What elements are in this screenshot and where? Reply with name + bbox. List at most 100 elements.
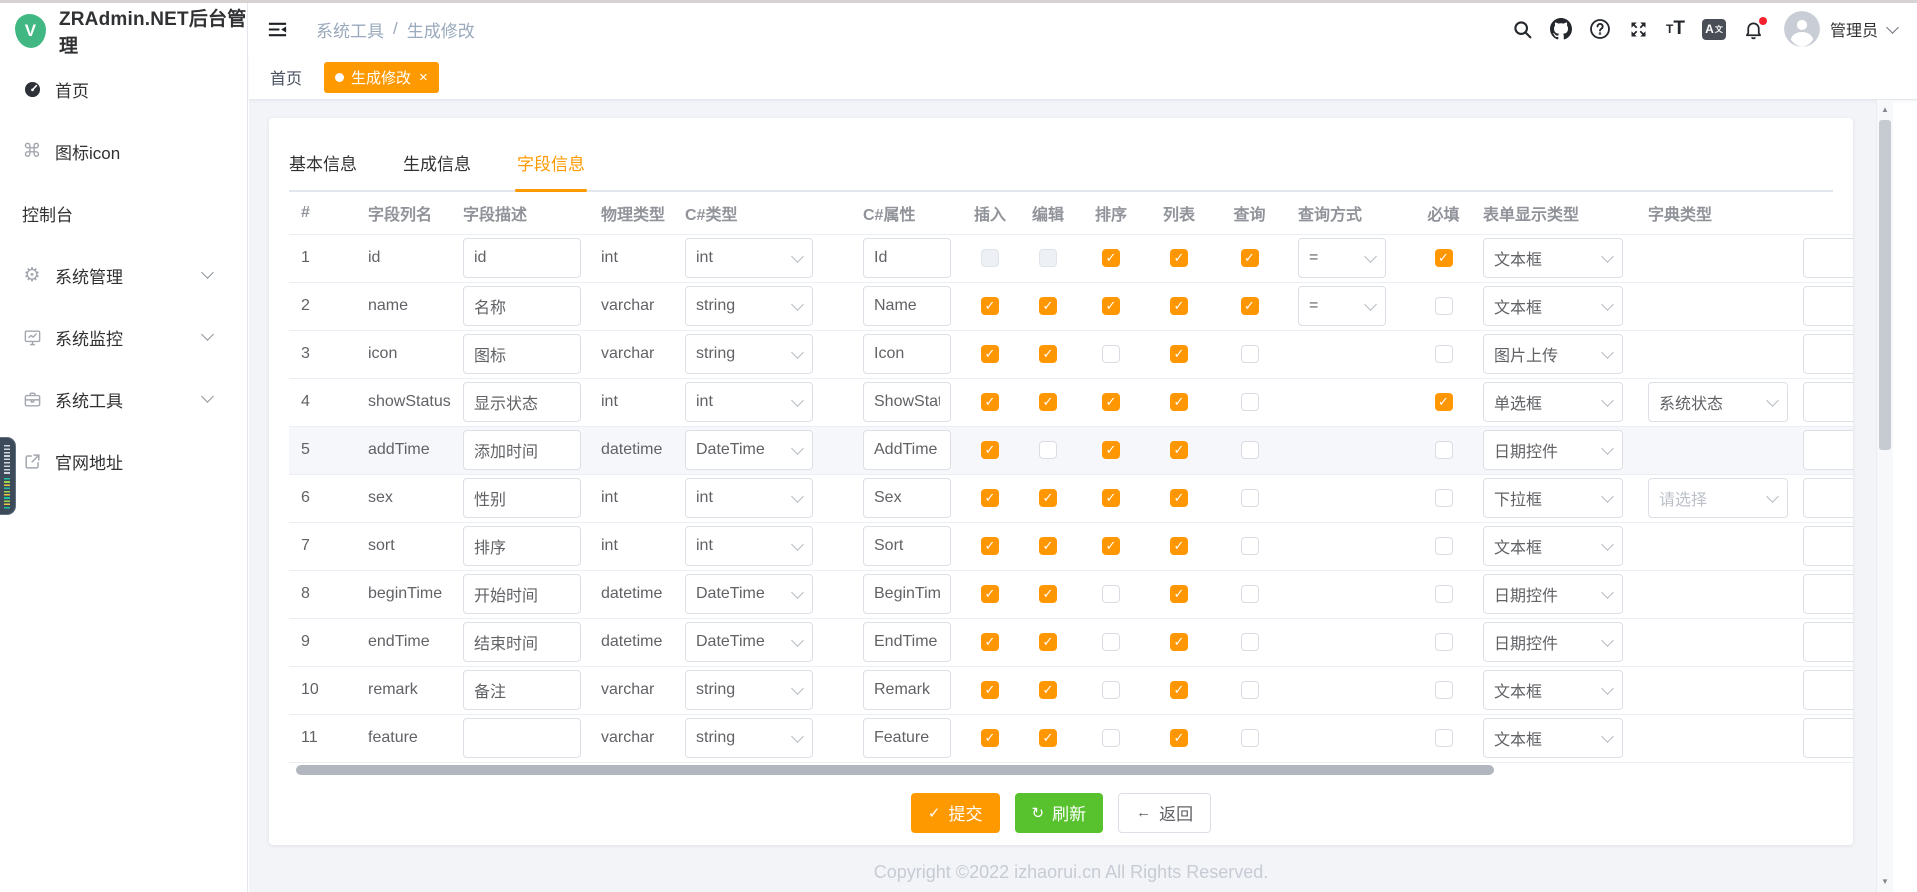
csharp-type-select[interactable]: int	[685, 526, 813, 566]
query-checkbox[interactable]	[1241, 441, 1259, 459]
edit-checkbox[interactable]: ✓	[1039, 489, 1057, 507]
extra-input[interactable]	[1803, 238, 1853, 278]
breadcrumb-item[interactable]: 系统工具	[316, 17, 384, 42]
sidebar-item-system-monitor[interactable]: 系统监控	[0, 306, 247, 368]
query-checkbox[interactable]	[1241, 681, 1259, 699]
insert-checkbox[interactable]: ✓	[981, 537, 999, 555]
csharp-type-select[interactable]: int	[685, 382, 813, 422]
list-checkbox[interactable]: ✓	[1170, 633, 1188, 651]
submit-button[interactable]: ✓提交	[911, 793, 1000, 833]
required-checkbox[interactable]: ✓	[1435, 249, 1453, 267]
sort-checkbox[interactable]	[1102, 585, 1120, 603]
display-type-select[interactable]: 文本框	[1483, 238, 1623, 278]
insert-checkbox[interactable]: ✓	[981, 441, 999, 459]
csharp-type-select[interactable]: DateTime	[685, 430, 813, 470]
display-type-select[interactable]: 日期控件	[1483, 430, 1623, 470]
insert-checkbox[interactable]: ✓	[981, 585, 999, 603]
display-type-select[interactable]: 单选框	[1483, 382, 1623, 422]
edit-checkbox[interactable]: ✓	[1039, 297, 1057, 315]
sort-checkbox[interactable]: ✓	[1102, 249, 1120, 267]
csharp-attr-input[interactable]: Feature	[863, 718, 951, 758]
sort-checkbox[interactable]: ✓	[1102, 441, 1120, 459]
tab-generate-info[interactable]: 生成信息	[403, 150, 471, 190]
field-description-input[interactable]: 结束时间	[463, 622, 581, 662]
csharp-type-select[interactable]: DateTime	[685, 622, 813, 662]
help-icon[interactable]	[1589, 18, 1611, 40]
query-checkbox[interactable]	[1241, 729, 1259, 747]
field-description-input[interactable]: 图标	[463, 334, 581, 374]
insert-checkbox[interactable]: ✓	[981, 489, 999, 507]
list-checkbox[interactable]: ✓	[1170, 441, 1188, 459]
translate-icon[interactable]: A文	[1702, 19, 1726, 40]
edit-checkbox[interactable]: ✓	[1039, 393, 1057, 411]
edit-checkbox[interactable]: ✓	[1039, 633, 1057, 651]
csharp-attr-input[interactable]: EndTime	[863, 622, 951, 662]
extra-input[interactable]	[1803, 574, 1853, 614]
insert-checkbox[interactable]: ✓	[981, 729, 999, 747]
sidebar-item-site-link[interactable]: 官网地址	[0, 430, 247, 492]
scroll-down-arrow[interactable]: ▼	[1877, 874, 1893, 890]
avatar[interactable]	[1784, 11, 1820, 47]
list-checkbox[interactable]: ✓	[1170, 345, 1188, 363]
list-checkbox[interactable]: ✓	[1170, 489, 1188, 507]
csharp-type-select[interactable]: string	[685, 670, 813, 710]
menu-fold-icon[interactable]	[266, 18, 289, 41]
display-type-select[interactable]: 图片上传	[1483, 334, 1623, 374]
sidebar-item-home[interactable]: 首页	[0, 58, 247, 120]
csharp-attr-input[interactable]: ShowStatus	[863, 382, 951, 422]
csharp-type-select[interactable]: DateTime	[685, 574, 813, 614]
required-checkbox[interactable]	[1435, 441, 1453, 459]
vertical-scrollbar-thumb[interactable]	[1879, 120, 1891, 450]
edit-checkbox[interactable]: ✓	[1039, 681, 1057, 699]
required-checkbox[interactable]	[1435, 729, 1453, 747]
extra-input[interactable]	[1803, 430, 1853, 470]
sort-checkbox[interactable]	[1102, 345, 1120, 363]
field-description-input[interactable]: 显示状态	[463, 382, 581, 422]
display-type-select[interactable]: 下拉框	[1483, 478, 1623, 518]
extra-input[interactable]	[1803, 382, 1853, 422]
csharp-type-select[interactable]: int	[685, 478, 813, 518]
list-checkbox[interactable]: ✓	[1170, 393, 1188, 411]
field-description-input[interactable]: 性别	[463, 478, 581, 518]
csharp-attr-input[interactable]: BeginTime	[863, 574, 951, 614]
field-description-input[interactable]: 名称	[463, 286, 581, 326]
horizontal-scrollbar-thumb[interactable]	[296, 765, 1494, 775]
required-checkbox[interactable]	[1435, 345, 1453, 363]
query-type-select[interactable]: =	[1298, 238, 1386, 278]
bell-icon[interactable]	[1743, 19, 1764, 40]
display-type-select[interactable]: 文本框	[1483, 670, 1623, 710]
sidebar-item-icons[interactable]: ⌘图标icon	[0, 120, 247, 182]
required-checkbox[interactable]	[1435, 585, 1453, 603]
query-checkbox[interactable]	[1241, 537, 1259, 555]
sidebar-item-console[interactable]: 控制台	[0, 182, 247, 244]
font-size-icon[interactable]: TT	[1666, 18, 1685, 40]
query-checkbox[interactable]	[1241, 489, 1259, 507]
sort-checkbox[interactable]	[1102, 633, 1120, 651]
field-description-input[interactable]: 排序	[463, 526, 581, 566]
list-checkbox[interactable]: ✓	[1170, 729, 1188, 747]
sort-checkbox[interactable]: ✓	[1102, 297, 1120, 315]
edit-checkbox[interactable]: ✓	[1039, 729, 1057, 747]
csharp-attr-input[interactable]: Sex	[863, 478, 951, 518]
display-type-select[interactable]: 日期控件	[1483, 574, 1623, 614]
query-checkbox[interactable]	[1241, 345, 1259, 363]
edit-checkbox[interactable]: ✓	[1039, 537, 1057, 555]
tag-active[interactable]: 生成修改 ×	[324, 62, 439, 93]
fullscreen-icon[interactable]	[1628, 19, 1649, 40]
csharp-type-select[interactable]: int	[685, 238, 813, 278]
field-description-input[interactable]: id	[463, 238, 581, 278]
back-button[interactable]: ←返回	[1118, 793, 1211, 833]
required-checkbox[interactable]: ✓	[1435, 393, 1453, 411]
field-description-input[interactable]	[463, 718, 581, 758]
insert-checkbox[interactable]: ✓	[981, 681, 999, 699]
edit-checkbox[interactable]: ✓	[1039, 345, 1057, 363]
csharp-type-select[interactable]: string	[685, 718, 813, 758]
field-description-input[interactable]: 备注	[463, 670, 581, 710]
list-checkbox[interactable]: ✓	[1170, 537, 1188, 555]
extra-input[interactable]	[1803, 334, 1853, 374]
list-checkbox[interactable]: ✓	[1170, 297, 1188, 315]
insert-checkbox[interactable]: ✓	[981, 393, 999, 411]
search-icon[interactable]	[1512, 19, 1533, 40]
required-checkbox[interactable]	[1435, 489, 1453, 507]
app-logo-row[interactable]: V ZRAdmin.NET后台管理	[0, 3, 247, 58]
